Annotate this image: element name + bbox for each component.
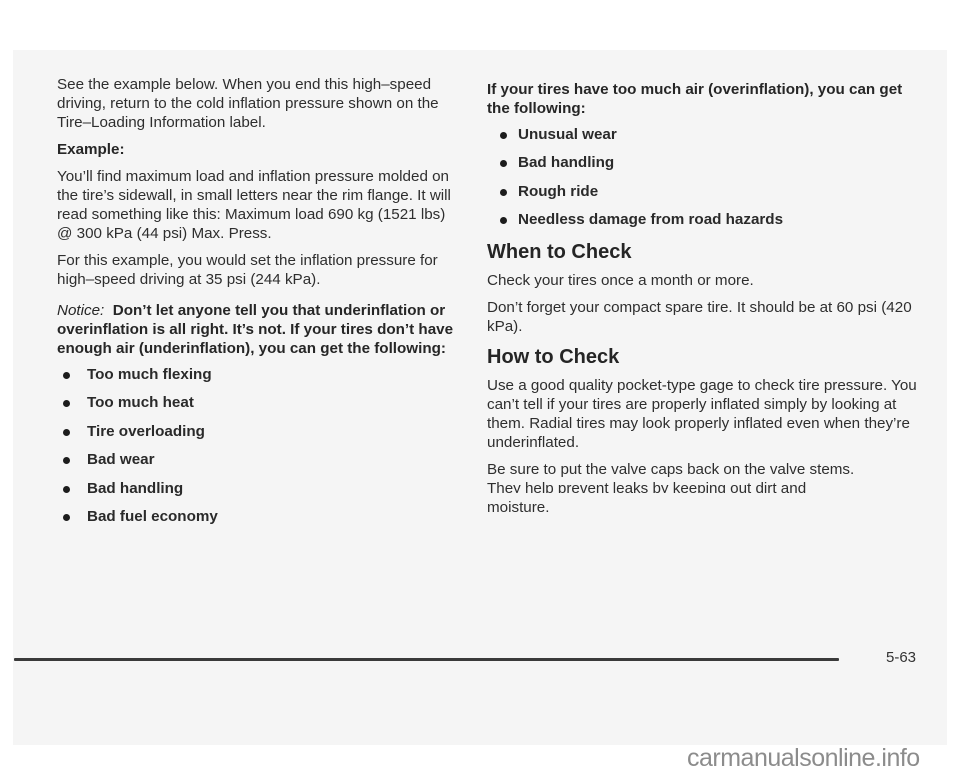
bullet-icon [63,372,70,379]
overinflation-effects-list: Unusual wear Bad handling Rough ride Nee… [487,121,927,235]
list-item-text: Bad handling [87,479,184,497]
bullet-icon [500,132,507,139]
list-item-text: Bad wear [87,451,155,469]
list-item-text: Too much flexing [87,366,212,383]
how-to-check-heading: How to Check [487,345,620,368]
bullet-icon [63,485,70,493]
bullet-icon [63,514,70,522]
list-item: Unusual wear [487,121,927,149]
list-item: Too much heat [57,389,457,417]
watermark: carmanualsonline.info [687,744,920,772]
bullet-icon [63,400,70,408]
list-item: Needless damage from road hazards [487,206,927,234]
list-item: Bad fuel economy [57,503,457,531]
underinflation-effects-list: Too much flexing Too much heat Tire over… [57,361,457,531]
bullet-icon [500,160,507,168]
list-item-text: Too much heat [87,394,194,412]
when-to-check-paragraph: Don’t forget your compact spare tire. It… [487,298,912,335]
notice-paragraph: Notice: Don’t let anyone tell you that u… [57,301,457,358]
bullet-icon [500,217,507,225]
list-item-text: Needless damage from road hazards [518,211,784,229]
how-to-check-paragraph: Use a good quality pocket-type gage to c… [487,376,917,451]
right-column: If your tires have too much air (overinf… [487,80,927,517]
list-item-text: Tire overloading [87,422,205,440]
intro-paragraph: See the example below. When you end this… [57,76,439,131]
footer-rule [14,658,839,661]
list-item: Bad wear [57,446,457,474]
list-item: Rough ride [487,178,927,206]
list-item-text: Rough ride [518,182,599,200]
list-item-text: Bad handling [518,154,615,172]
example-setting: For this example, you would set the infl… [57,252,438,288]
example-label: Example: [57,141,125,158]
page-number: 5-63 [886,649,917,666]
notice-label: Notice: [57,302,105,319]
manual-page: See the example below. When you end this… [13,50,947,745]
list-item: Too much flexing [57,361,457,389]
when-to-check-paragraph: Check your tires once a month or more. [487,271,754,289]
bullet-icon [63,428,70,436]
list-item: Tire overloading [57,418,457,446]
list-item-text: Unusual wear [518,126,617,143]
valve-caps-line-1: Be sure to put the valve caps back on th… [487,460,855,478]
list-item: Bad handling [487,149,927,177]
bullet-icon [500,188,507,196]
example-paragraph: You’ll find maximum load and inflation p… [57,168,451,242]
bullet-icon [63,457,70,465]
valve-caps-line-3: moisture. [487,498,550,516]
list-item: Bad handling [57,475,457,503]
list-item-text: Bad fuel economy [87,508,218,526]
overinflation-intro: If your tires have too much air (overinf… [487,81,903,117]
left-column: See the example below. When you end this… [57,75,457,531]
notice-text: Don’t let anyone tell you that underinfl… [57,302,454,357]
when-to-check-heading: When to Check [487,240,632,263]
valve-caps-line-2: They help prevent leaks by keeping out d… [487,479,807,493]
